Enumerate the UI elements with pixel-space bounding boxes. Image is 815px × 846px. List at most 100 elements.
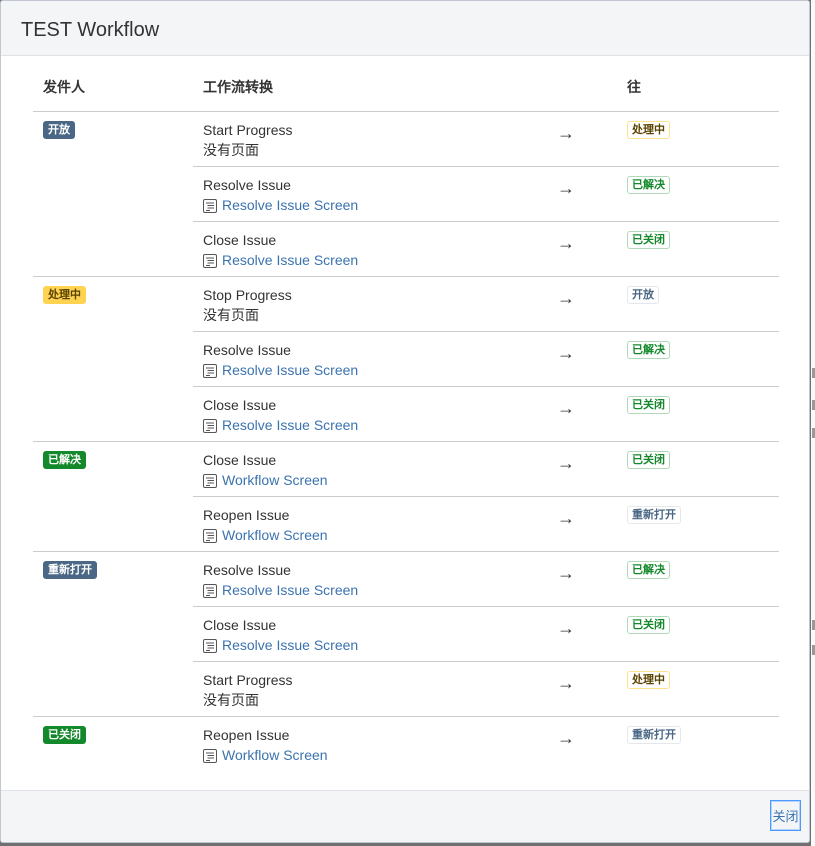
arrow-cell: → (545, 495, 617, 551)
to-status-lozenge: 重新打开 (627, 505, 681, 524)
table-row: Close Issue Resolve Issue Screen → 已关闭 (33, 385, 779, 441)
no-screen-text: 没有页面 (203, 306, 259, 323)
from-status-lozenge: 已解决 (43, 450, 86, 469)
screen-link[interactable]: Resolve Issue Screen (222, 250, 358, 270)
arrow-right-icon: → (557, 122, 575, 143)
arrow-cell: → (545, 220, 617, 276)
to-status-lozenge: 已关闭 (627, 230, 670, 249)
transition-cell: Close Issue Resolve Issue Screen (193, 605, 545, 661)
transition-screen: Resolve Issue Screen (203, 195, 535, 215)
column-header-arrow (545, 56, 617, 112)
column-header-to: 往 (617, 56, 779, 112)
transition-screen: 没有页面 (203, 140, 535, 160)
no-screen-text: 没有页面 (203, 141, 259, 158)
to-status-cell: 处理中 (617, 660, 779, 716)
from-status-lozenge: 开放 (43, 120, 75, 139)
arrow-cell: → (545, 605, 617, 661)
workflow-dialog: TEST Workflow 发件人 工作流转换 往 开放 Start Progre… (0, 0, 810, 843)
screen-link[interactable]: Resolve Issue Screen (222, 635, 358, 655)
arrow-cell: → (545, 385, 617, 441)
from-status-cell (33, 166, 193, 221)
table-row: Resolve Issue Resolve Issue Screen → 已解决 (33, 165, 779, 221)
from-status-cell (33, 606, 193, 661)
to-status-cell: 已解决 (617, 165, 779, 221)
transition-cell: Close Issue Resolve Issue Screen (193, 220, 545, 276)
dialog-content: 发件人 工作流转换 往 开放 Start Progress 没有页面 → 处理中 Reso… (33, 56, 779, 771)
transition-name: Stop Progress (203, 286, 292, 303)
to-status-cell: 已关闭 (617, 385, 779, 441)
transition-cell: Close Issue Resolve Issue Screen (193, 385, 545, 441)
no-screen-text: 没有页面 (203, 691, 259, 708)
to-status-lozenge: 重新打开 (627, 725, 681, 744)
dialog-header: TEST Workflow (1, 1, 809, 56)
to-status-lozenge: 处理中 (627, 670, 670, 689)
transition-name: Start Progress (203, 121, 293, 138)
table-row: 重新打开 Resolve Issue Resolve Issue Screen → 已解… (33, 550, 779, 606)
from-status-cell (33, 661, 193, 716)
arrow-right-icon: → (557, 562, 575, 583)
to-status-cell: 已关闭 (617, 220, 779, 276)
from-status-cell: 开放 (33, 110, 193, 166)
transition-cell: Start Progress 没有页面 (193, 110, 545, 166)
arrow-right-icon: → (557, 287, 575, 308)
transition-name: Close Issue (203, 616, 277, 633)
transition-cell: Resolve Issue Resolve Issue Screen (193, 550, 545, 606)
transition-screen: Resolve Issue Screen (203, 415, 535, 435)
arrow-cell: → (545, 165, 617, 221)
arrow-right-icon: → (557, 342, 575, 363)
screen-icon (203, 528, 217, 543)
screen-link[interactable]: Resolve Issue Screen (222, 195, 358, 215)
to-status-lozenge: 已解决 (627, 340, 670, 359)
column-header-transition: 工作流转换 (193, 56, 545, 112)
screen-icon (203, 583, 217, 598)
transition-name: Close Issue (203, 396, 277, 413)
from-status-cell (33, 496, 193, 551)
from-status-cell (33, 386, 193, 441)
screen-link[interactable]: Resolve Issue Screen (222, 415, 358, 435)
transition-name: Resolve Issue (203, 561, 291, 578)
dialog-footer: 关闭 (1, 790, 809, 842)
transition-name: Close Issue (203, 451, 277, 468)
table-row: Start Progress 没有页面 → 处理中 (33, 660, 779, 716)
to-status-cell: 已关闭 (617, 605, 779, 661)
to-status-lozenge: 已关闭 (627, 450, 670, 469)
table-row: 处理中 Stop Progress 没有页面 → 开放 (33, 275, 779, 331)
transition-screen: Resolve Issue Screen (203, 635, 535, 655)
screen-icon (203, 363, 217, 378)
arrow-cell: → (545, 275, 617, 331)
backdrop-edge (811, 0, 815, 846)
arrow-cell: → (545, 440, 617, 496)
to-status-lozenge: 已解决 (627, 560, 670, 579)
table-row: 已解决 Close Issue Workflow Screen → 已关闭 (33, 440, 779, 496)
from-status-lozenge: 已关闭 (43, 725, 86, 744)
screen-icon (203, 748, 217, 763)
workflow-table: 发件人 工作流转换 往 开放 Start Progress 没有页面 → 处理中 Reso… (33, 56, 779, 771)
from-status-lozenge: 重新打开 (43, 560, 97, 579)
arrow-cell: → (545, 715, 617, 771)
table-row: Close Issue Resolve Issue Screen → 已关闭 (33, 220, 779, 276)
transition-cell: Reopen Issue Workflow Screen (193, 715, 545, 771)
transition-screen: Workflow Screen (203, 745, 535, 765)
from-status-cell (33, 331, 193, 386)
to-status-lozenge: 已关闭 (627, 395, 670, 414)
to-status-cell: 已解决 (617, 330, 779, 386)
screen-link[interactable]: Workflow Screen (222, 745, 328, 765)
transition-screen: 没有页面 (203, 305, 535, 325)
screen-icon (203, 253, 217, 268)
to-status-cell: 重新打开 (617, 495, 779, 551)
screen-icon (203, 198, 217, 213)
screen-link[interactable]: Workflow Screen (222, 525, 328, 545)
table-row: Resolve Issue Resolve Issue Screen → 已解决 (33, 330, 779, 386)
screen-link[interactable]: Workflow Screen (222, 470, 328, 490)
arrow-right-icon: → (557, 617, 575, 638)
transition-cell: Resolve Issue Resolve Issue Screen (193, 165, 545, 221)
transition-name: Reopen Issue (203, 726, 290, 743)
close-button[interactable]: 关闭 (770, 800, 801, 831)
screen-link[interactable]: Resolve Issue Screen (222, 360, 358, 380)
screen-icon (203, 473, 217, 488)
screen-link[interactable]: Resolve Issue Screen (222, 580, 358, 600)
arrow-right-icon: → (557, 452, 575, 473)
to-status-lozenge: 已关闭 (627, 615, 670, 634)
from-status-cell (33, 221, 193, 276)
screen-icon (203, 638, 217, 653)
